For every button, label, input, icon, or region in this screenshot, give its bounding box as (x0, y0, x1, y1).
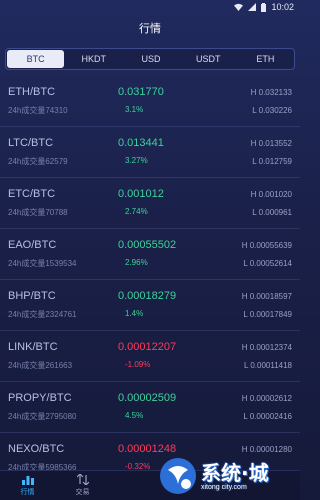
low-price: L 0.000961 (252, 208, 292, 217)
market-row-propy-btc[interactable]: PROPY/BTC 24h成交量2795080 0.00002509 4.5% … (0, 382, 300, 433)
market-row-ltc-btc[interactable]: LTC/BTC 24h成交量62579 0.013441 3.27% H 0.0… (0, 127, 300, 178)
market-row-etc-btc[interactable]: ETC/BTC 24h成交量70788 0.001012 2.74% H 0.0… (0, 178, 300, 229)
low-price: L 0.00002416 (243, 412, 292, 421)
high-price: H 0.00001280 (241, 445, 292, 454)
low-price: L 0.00052614 (243, 259, 292, 268)
change-percent: 3.27% (125, 156, 148, 165)
change-percent: 3.1% (125, 105, 144, 114)
market-tabs: BTC HKDT USD USDT ETH (5, 48, 295, 70)
volume-24h: 24h成交量1539534 (8, 259, 77, 268)
status-time: 10:02 (271, 2, 294, 12)
change-percent: 1.4% (125, 309, 144, 318)
tab-btc[interactable]: BTC (7, 50, 65, 68)
last-price: 0.013441 (118, 137, 164, 149)
high-price: H 0.00002612 (241, 394, 292, 403)
volume-24h: 24h成交量261663 (8, 361, 73, 370)
market-row-eao-btc[interactable]: EAO/BTC 24h成交量1539534 0.00055502 2.96% H… (0, 229, 300, 280)
change-percent: 2.96% (125, 258, 148, 267)
xitong-city-logo-icon (160, 458, 196, 494)
wifi-icon (234, 3, 244, 11)
market-row-eth-btc[interactable]: ETH/BTC 24h成交量74310 0.031770 3.1% H 0.03… (0, 76, 300, 127)
status-bar: 10:02 (0, 0, 300, 14)
volume-24h: 24h成交量2324761 (8, 310, 77, 319)
signal-icon (248, 3, 257, 11)
volume-24h: 24h成交量70788 (8, 208, 68, 217)
market-row-bhp-btc[interactable]: BHP/BTC 24h成交量2324761 0.00018279 1.4% H … (0, 280, 300, 331)
high-price: H 0.00018597 (241, 292, 292, 301)
nav-trade-label: 交易 (75, 489, 90, 496)
tab-eth[interactable]: ETH (237, 49, 294, 69)
page-title: 行情 (139, 23, 161, 35)
watermark-subtext: xitong city.com (201, 483, 247, 491)
watermark-text: 系统·城 (201, 460, 269, 485)
tab-usd[interactable]: USD (122, 49, 179, 69)
high-price: H 0.00055639 (241, 241, 292, 250)
volume-24h: 24h成交量2795080 (8, 412, 77, 421)
market-row-link-btc[interactable]: LINK/BTC 24h成交量261663 0.00012207 -1.09% … (0, 331, 300, 382)
high-price: H 0.001020 (250, 190, 292, 199)
low-price: L 0.00011418 (243, 361, 292, 370)
high-price: H 0.013552 (250, 139, 292, 148)
last-price: 0.00012207 (118, 341, 177, 353)
nav-market[interactable]: 行情 (0, 471, 55, 500)
low-price: L 0.030226 (252, 106, 292, 115)
last-price: 0.00055502 (118, 239, 177, 251)
nav-market-label: 行情 (20, 489, 35, 496)
change-percent: -1.09% (125, 360, 151, 369)
market-list: ETH/BTC 24h成交量74310 0.031770 3.1% H 0.03… (0, 76, 300, 484)
low-price: L 0.012759 (252, 157, 292, 166)
pair-name: ETH/BTC (8, 86, 56, 98)
battery-icon (261, 2, 267, 12)
low-price: L 0.00017849 (243, 310, 292, 319)
pair-name: NEXO/BTC (8, 443, 65, 455)
chart-bars-icon (21, 476, 34, 485)
tab-usdt[interactable]: USDT (180, 49, 237, 69)
pair-name: BHP/BTC (8, 290, 56, 302)
last-price: 0.00002509 (118, 392, 177, 404)
high-price: H 0.00012374 (241, 343, 292, 352)
change-percent: 2.74% (125, 207, 148, 216)
nav-trade[interactable]: 交易 (55, 471, 110, 500)
last-price: 0.00018279 (118, 290, 177, 302)
pair-name: ETC/BTC (8, 188, 56, 200)
last-price: 0.001012 (118, 188, 164, 200)
pair-name: LTC/BTC (8, 137, 54, 149)
pair-name: EAO/BTC (8, 239, 57, 251)
volume-24h: 24h成交量74310 (8, 106, 68, 115)
pair-name: LINK/BTC (8, 341, 58, 353)
volume-24h: 24h成交量62579 (8, 157, 68, 166)
tab-hkdt[interactable]: HKDT (65, 49, 122, 69)
high-price: H 0.032133 (250, 88, 292, 97)
watermark: 系统·城 xitong city.com (158, 454, 298, 498)
last-price: 0.031770 (118, 86, 164, 98)
pair-name: PROPY/BTC (8, 392, 72, 404)
change-percent: 4.5% (125, 411, 144, 420)
trade-arrows-icon (76, 474, 89, 485)
